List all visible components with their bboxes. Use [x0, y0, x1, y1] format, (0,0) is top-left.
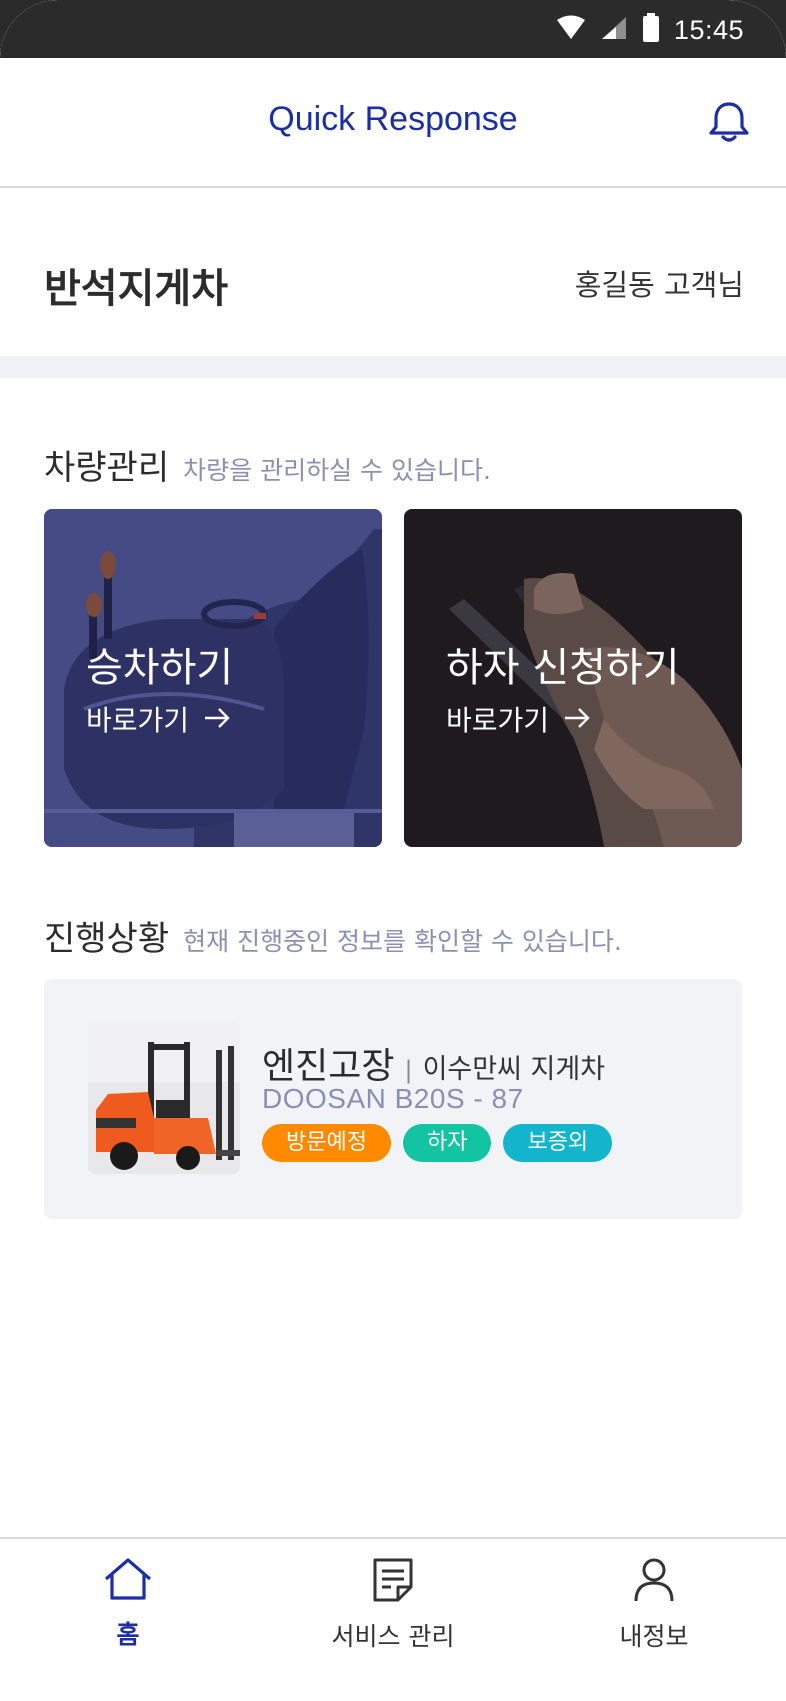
vehicle-section-subtitle: 차량을 관리하실 수 있습니다.: [183, 456, 491, 485]
status-badge-defect: 하자: [402, 1124, 492, 1162]
company-row: 반석지게차 홍길동 고객님: [0, 188, 786, 356]
progress-item-card[interactable]: 엔진고장 | 이수만씨 지게차 DOOSAN B20S - 87 방문예정 하자…: [44, 979, 742, 1219]
signal-icon: [600, 15, 628, 45]
vehicle-section-header: 차량관리 차량을 관리하실 수 있습니다.: [44, 440, 491, 489]
nav-service-label: 서비스 관리: [331, 1622, 455, 1651]
document-icon: [371, 1557, 415, 1607]
battery-icon: [642, 13, 660, 47]
defect-request-card[interactable]: 하자 신청하기 바로가기: [404, 509, 742, 847]
progress-section-header: 진행상황 현재 진행중인 정보를 확인할 수 있습니다.: [44, 911, 622, 960]
progress-item-title: 엔진고장: [262, 1046, 395, 1087]
wifi-icon: [556, 15, 586, 45]
user-icon: [632, 1557, 676, 1607]
status-bar: 15:45: [0, 0, 786, 58]
board-vehicle-link[interactable]: 바로가기: [86, 699, 231, 739]
defect-request-title: 하자 신청하기: [446, 645, 680, 691]
board-vehicle-card[interactable]: 승차하기 바로가기: [44, 509, 382, 847]
home-icon: [102, 1557, 154, 1605]
defect-request-link-label: 바로가기: [446, 704, 550, 737]
vehicle-section-title: 차량관리: [44, 448, 170, 488]
board-vehicle-title: 승차하기: [86, 645, 234, 691]
defect-request-link[interactable]: 바로가기: [446, 699, 591, 739]
progress-section-title: 진행상황: [44, 919, 170, 959]
nav-home[interactable]: 홈: [28, 1557, 228, 1667]
customer-name: 홍길동 고객님: [574, 268, 744, 302]
progress-section-subtitle: 현재 진행중인 정보를 확인할 수 있습니다.: [183, 927, 622, 956]
app-title: Quick Response: [268, 100, 518, 138]
notification-bell-icon[interactable]: [708, 100, 750, 144]
progress-item-title-row: 엔진고장 | 이수만씨 지게차: [262, 1037, 605, 1089]
status-time: 15:45: [673, 14, 744, 45]
section-divider: [0, 356, 786, 378]
forklift-thumbnail: [88, 1022, 240, 1174]
arrow-right-icon: [563, 703, 591, 736]
progress-item-owner: 이수만씨 지게차: [422, 1054, 606, 1085]
nav-service-management[interactable]: 서비스 관리: [293, 1557, 493, 1667]
status-badge-visit: 방문예정: [262, 1124, 391, 1162]
nav-my-info-label: 내정보: [619, 1622, 689, 1651]
arrow-right-icon: [203, 703, 231, 736]
app-header: Quick Response: [0, 58, 786, 188]
progress-item-model: DOOSAN B20S - 87: [262, 1083, 524, 1114]
company-name: 반석지게차: [44, 266, 228, 312]
phone-screen: 15:45 Quick Response 반석지게차 홍길동 고객님 차량관리 …: [0, 0, 786, 1701]
board-vehicle-link-label: 바로가기: [86, 704, 190, 737]
progress-item-tags: 방문예정 하자 보증외: [262, 1124, 613, 1162]
title-separator: |: [404, 1056, 413, 1084]
status-badge-warranty: 보증외: [503, 1124, 613, 1162]
bottom-nav: 홈 서비스 관리 내정보: [0, 1537, 786, 1701]
nav-my-info[interactable]: 내정보: [554, 1557, 754, 1667]
status-icons: 15:45: [556, 12, 744, 48]
nav-home-label: 홈: [116, 1620, 140, 1649]
